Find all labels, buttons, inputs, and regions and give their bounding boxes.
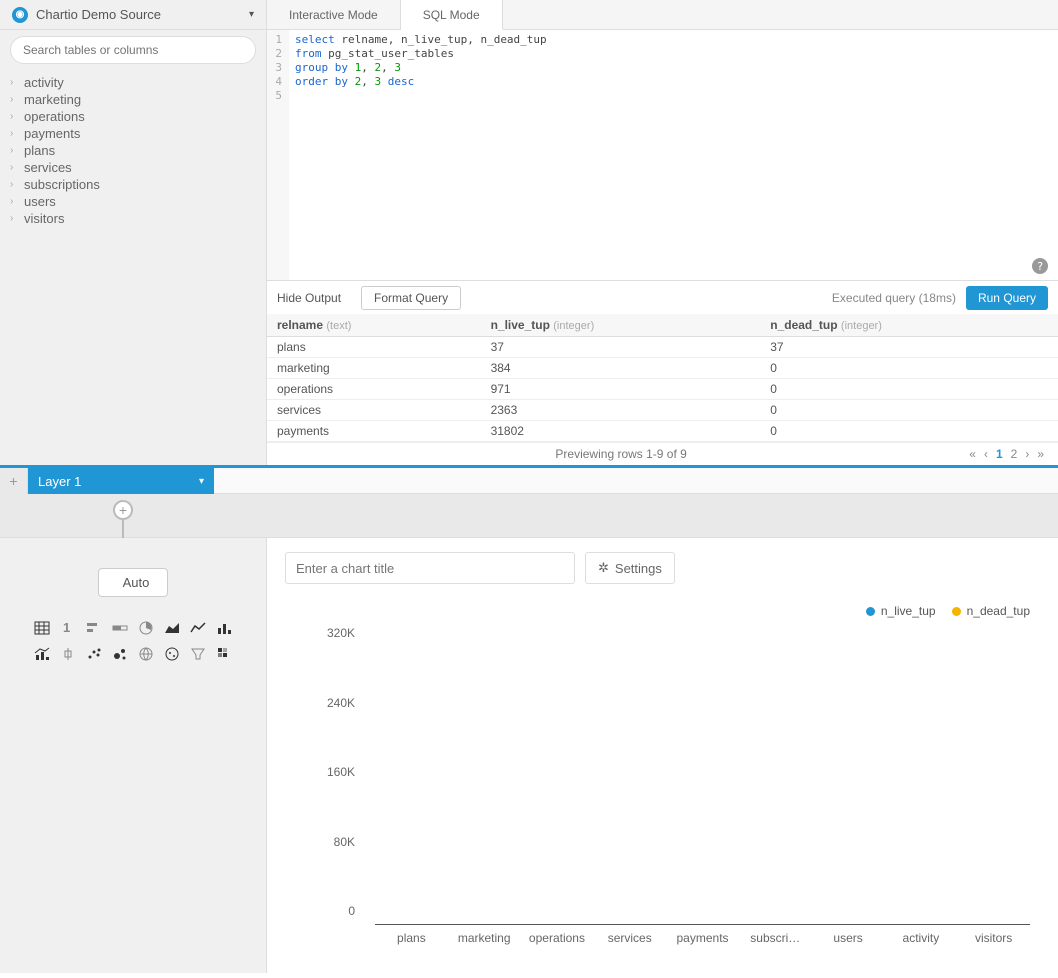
sql-editor[interactable]: 12345 select relname, n_live_tup, n_dead… — [267, 30, 1058, 280]
boxplot-icon — [55, 641, 81, 667]
sidebar: ◉ Chartio Demo Source ▾ ›activity›market… — [0, 0, 267, 465]
map-choropleth-icon — [133, 641, 159, 667]
column-n_live_tup: n_live_tup (integer) — [481, 314, 761, 337]
auto-label: Auto — [123, 575, 150, 590]
hide-output-button[interactable]: Hide Output — [277, 291, 341, 305]
tree-item-services[interactable]: ›services — [10, 159, 256, 176]
add-layer-button[interactable]: + — [0, 468, 28, 494]
tab-sql-mode[interactable]: SQL Mode — [401, 0, 503, 30]
chevron-right-icon: › — [10, 162, 18, 173]
execution-status: Executed query (18ms) — [832, 291, 956, 305]
pager-‹[interactable]: ‹ — [984, 447, 988, 461]
help-icon[interactable]: ? — [1032, 258, 1048, 274]
x-axis-label: plans — [375, 931, 448, 945]
scatter-icon[interactable] — [81, 641, 107, 667]
chart-legend: n_live_tup n_dead_tup — [866, 604, 1030, 618]
add-step-button[interactable]: + — [113, 500, 133, 520]
chevron-right-icon: › — [10, 145, 18, 156]
tree-item-marketing[interactable]: ›marketing — [10, 91, 256, 108]
chevron-right-icon: › — [10, 111, 18, 122]
bar-line-icon[interactable] — [29, 641, 55, 667]
caret-down-icon: ▾ — [249, 9, 254, 20]
tree-item-operations[interactable]: ›operations — [10, 108, 256, 125]
caret-down-icon: ▾ — [199, 476, 204, 487]
x-axis-label: services — [593, 931, 666, 945]
y-axis-tick: 160K — [315, 765, 355, 779]
column-n_dead_tup: n_dead_tup (integer) — [760, 314, 1058, 337]
tree-item-visitors[interactable]: ›visitors — [10, 210, 256, 227]
x-axis-label: marketing — [448, 931, 521, 945]
chevron-right-icon: › — [10, 128, 18, 139]
chevron-right-icon: › — [10, 77, 18, 88]
y-axis-tick: 80K — [315, 835, 355, 849]
table-icon[interactable] — [29, 615, 55, 641]
x-axis-label: operations — [521, 931, 594, 945]
tree-item-payments[interactable]: ›payments — [10, 125, 256, 142]
data-source-selector[interactable]: ◉ Chartio Demo Source ▾ — [0, 0, 266, 30]
line-icon[interactable] — [185, 615, 211, 641]
bar-icon[interactable] — [211, 615, 237, 641]
chevron-right-icon: › — [10, 213, 18, 224]
visualization-controls: Auto 1 — [0, 538, 267, 973]
map-bubble-icon[interactable] — [159, 641, 185, 667]
chart-plot: 080K160K240K320K plansmarketingoperation… — [315, 630, 1030, 925]
bar-horizontal-icon — [81, 615, 107, 641]
pager-2[interactable]: 2 — [1011, 447, 1018, 461]
run-query-button[interactable]: Run Query — [966, 286, 1048, 310]
single-value-icon: 1 — [55, 615, 81, 641]
search-input[interactable] — [10, 36, 256, 64]
auto-chart-button[interactable]: Auto — [98, 568, 169, 597]
chevron-right-icon: › — [10, 196, 18, 207]
heatmap-icon[interactable] — [211, 641, 237, 667]
column-relname: relname (text) — [267, 314, 481, 337]
chevron-right-icon: › — [10, 179, 18, 190]
bullet-icon — [107, 615, 133, 641]
table-row: payments318020 — [267, 421, 1058, 442]
table-row: plans3737 — [267, 337, 1058, 358]
y-axis-tick: 240K — [315, 696, 355, 710]
legend-item: n_dead_tup — [952, 604, 1030, 618]
x-axis-label: activity — [884, 931, 957, 945]
source-name: Chartio Demo Source — [36, 7, 249, 22]
source-badge-icon: ◉ — [12, 7, 28, 23]
query-panel: Interactive Mode SQL Mode 12345 select r… — [267, 0, 1058, 465]
x-axis-label: users — [812, 931, 885, 945]
results-pager: « ‹ 12 › » — [965, 447, 1048, 461]
settings-label: Settings — [615, 561, 662, 576]
table-row: services23630 — [267, 400, 1058, 421]
table-row: marketing3840 — [267, 358, 1058, 379]
chart-panel: ✲ Settings n_live_tup n_dead_tup 0 80K 160K… — [267, 538, 1058, 973]
svg-text:1: 1 — [63, 620, 70, 635]
pager-›[interactable]: › — [1025, 447, 1029, 461]
bubble-icon[interactable] — [107, 641, 133, 667]
pager-«[interactable]: « — [969, 447, 976, 461]
x-axis-label: payments — [666, 931, 739, 945]
tab-interactive-mode[interactable]: Interactive Mode — [267, 0, 401, 29]
y-axis-tick: 0 — [315, 904, 355, 918]
gear-icon: ✲ — [598, 560, 609, 576]
y-axis-tick: 320K — [315, 626, 355, 640]
x-axis-label: visitors — [957, 931, 1030, 945]
pie-icon — [133, 615, 159, 641]
legend-item: n_live_tup — [866, 604, 936, 618]
results-table: relname (text)n_live_tup (integer)n_dead… — [267, 314, 1058, 442]
layer-tab[interactable]: Layer 1 ▾ — [28, 468, 214, 494]
pager-»[interactable]: » — [1037, 447, 1044, 461]
pager-1[interactable]: 1 — [996, 447, 1003, 461]
tree-item-plans[interactable]: ›plans — [10, 142, 256, 159]
tree-item-users[interactable]: ›users — [10, 193, 256, 210]
layer-name: Layer 1 — [38, 474, 81, 489]
tree-item-activity[interactable]: ›activity — [10, 74, 256, 91]
preview-status: Previewing rows 1-9 of 9 — [277, 447, 965, 461]
x-axis-label: subscri… — [739, 931, 812, 945]
chart-settings-button[interactable]: ✲ Settings — [585, 552, 675, 584]
chevron-right-icon: › — [10, 94, 18, 105]
area-icon[interactable] — [159, 615, 185, 641]
table-row: operations9710 — [267, 379, 1058, 400]
funnel-icon — [185, 641, 211, 667]
format-query-button[interactable]: Format Query — [361, 286, 461, 310]
tree-item-subscriptions[interactable]: ›subscriptions — [10, 176, 256, 193]
chart-title-input[interactable] — [285, 552, 575, 584]
